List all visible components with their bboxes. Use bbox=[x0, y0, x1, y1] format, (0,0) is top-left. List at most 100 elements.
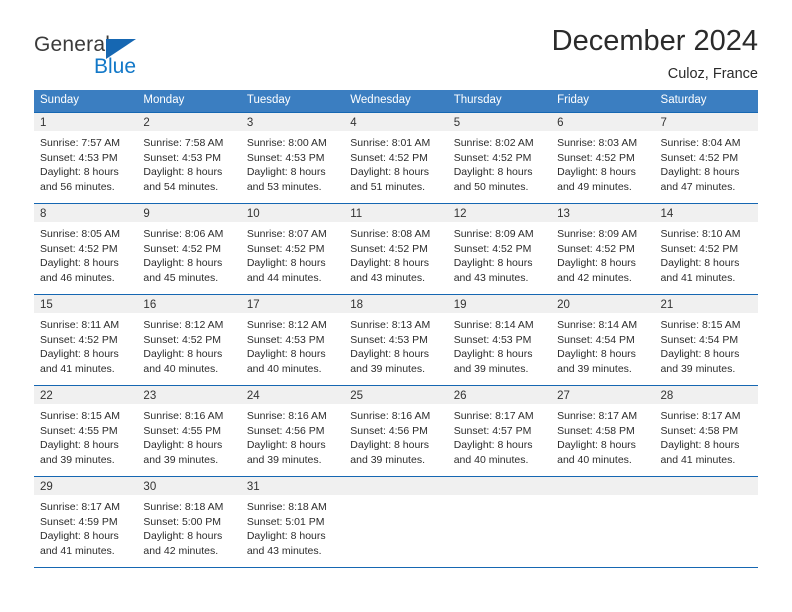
title-block: December 2024 Culoz, France bbox=[552, 26, 758, 83]
calendar-day-cell-8[interactable]: 8 Sunrise: 8:05 AM Sunset: 4:52 PM Dayli… bbox=[34, 203, 138, 294]
daylight-text-line2: and 45 minutes. bbox=[143, 272, 219, 285]
day-sun-info: Sunrise: 8:18 AM Sunset: 5:00 PM Dayligh… bbox=[137, 495, 240, 560]
day-sun-info: Sunrise: 8:06 AM Sunset: 4:52 PM Dayligh… bbox=[137, 222, 240, 287]
calendar-day-cell-14[interactable]: 14 Sunrise: 8:10 AM Sunset: 4:52 PM Dayl… bbox=[654, 203, 758, 294]
sunset-text: Sunset: 4:56 PM bbox=[350, 424, 428, 437]
sunset-text: Sunset: 4:53 PM bbox=[246, 333, 325, 346]
day-sun-info: Sunrise: 8:17 AM Sunset: 4:58 PM Dayligh… bbox=[655, 404, 758, 469]
sunset-text: Sunset: 4:54 PM bbox=[660, 333, 739, 346]
weekday-header-row: Sunday Monday Tuesday Wednesday Thursday… bbox=[34, 90, 758, 113]
calendar-day-cell-5[interactable]: 5 Sunrise: 8:02 AM Sunset: 4:52 PM Dayli… bbox=[447, 112, 552, 203]
day-sun-info: Sunrise: 8:17 AM Sunset: 4:58 PM Dayligh… bbox=[551, 404, 654, 469]
daylight-text-line1: Daylight: 8 hours bbox=[557, 166, 636, 179]
day-number: 15 bbox=[34, 294, 138, 313]
sunrise-text: Sunrise: 8:12 AM bbox=[143, 318, 224, 331]
sunrise-text: Sunrise: 8:11 AM bbox=[40, 318, 120, 331]
calendar-day-cell-30[interactable]: 30 Sunrise: 8:18 AM Sunset: 5:00 PM Dayl… bbox=[137, 476, 241, 567]
calendar-day-cell-7[interactable]: 7 Sunrise: 8:04 AM Sunset: 4:52 PM Dayli… bbox=[654, 112, 758, 203]
sunset-text: Sunset: 4:53 PM bbox=[246, 151, 325, 164]
day-sun-info: Sunrise: 8:17 AM Sunset: 4:59 PM Dayligh… bbox=[34, 495, 137, 560]
day-number: 1 bbox=[34, 112, 138, 131]
day-number: 9 bbox=[137, 203, 241, 222]
calendar-day-cell-28[interactable]: 28 Sunrise: 8:17 AM Sunset: 4:58 PM Dayl… bbox=[654, 385, 758, 476]
sunrise-text: Sunrise: 8:09 AM bbox=[557, 227, 638, 240]
daylight-text-line1: Daylight: 8 hours bbox=[246, 530, 326, 543]
calendar-day-cell-23[interactable]: 23 Sunrise: 8:16 AM Sunset: 4:55 PM Dayl… bbox=[137, 385, 241, 476]
calendar-day-cell-26[interactable]: 26 Sunrise: 8:17 AM Sunset: 4:57 PM Dayl… bbox=[447, 385, 552, 476]
calendar-day-cell-1[interactable]: 1 Sunrise: 7:57 AM Sunset: 4:53 PM Dayli… bbox=[34, 112, 138, 203]
calendar-day-cell-9[interactable]: 9 Sunrise: 8:06 AM Sunset: 4:52 PM Dayli… bbox=[137, 203, 241, 294]
sunset-text: Sunset: 4:52 PM bbox=[350, 151, 428, 164]
sunset-text: Sunset: 4:52 PM bbox=[143, 333, 222, 346]
daylight-text-line1: Daylight: 8 hours bbox=[246, 348, 326, 361]
day-number: 13 bbox=[551, 203, 655, 222]
sunrise-text: Sunrise: 8:14 AM bbox=[453, 318, 534, 331]
sunset-text: Sunset: 4:53 PM bbox=[143, 151, 222, 164]
calendar-day-cell-2[interactable]: 2 Sunrise: 7:58 AM Sunset: 4:53 PM Dayli… bbox=[137, 112, 241, 203]
sunrise-text: Sunrise: 8:03 AM bbox=[557, 136, 638, 149]
calendar-day-cell-22[interactable]: 22 Sunrise: 8:15 AM Sunset: 4:55 PM Dayl… bbox=[34, 385, 138, 476]
daylight-text-line2: and 41 minutes. bbox=[660, 454, 736, 467]
day-sun-info: Sunrise: 8:10 AM Sunset: 4:52 PM Dayligh… bbox=[655, 222, 758, 287]
day-number bbox=[447, 476, 552, 495]
weekday-header-saturday: Saturday bbox=[654, 90, 758, 113]
sunset-text: Sunset: 4:52 PM bbox=[143, 242, 222, 255]
day-sun-info: Sunrise: 8:12 AM Sunset: 4:52 PM Dayligh… bbox=[137, 313, 240, 378]
calendar-day-cell-17[interactable]: 17 Sunrise: 8:12 AM Sunset: 4:53 PM Dayl… bbox=[240, 294, 345, 385]
day-sun-info: Sunrise: 8:02 AM Sunset: 4:52 PM Dayligh… bbox=[448, 131, 551, 196]
calendar-day-cell-19[interactable]: 19 Sunrise: 8:14 AM Sunset: 4:53 PM Dayl… bbox=[447, 294, 552, 385]
general-blue-logo[interactable]: General Blue bbox=[34, 26, 174, 82]
sunrise-text: Sunrise: 7:57 AM bbox=[40, 136, 120, 149]
calendar-day-cell-18[interactable]: 18 Sunrise: 8:13 AM Sunset: 4:53 PM Dayl… bbox=[344, 294, 448, 385]
calendar-day-cell-4[interactable]: 4 Sunrise: 8:01 AM Sunset: 4:52 PM Dayli… bbox=[344, 112, 448, 203]
day-sun-info: Sunrise: 8:00 AM Sunset: 4:53 PM Dayligh… bbox=[241, 131, 344, 196]
daylight-text-line2: and 54 minutes. bbox=[143, 181, 219, 194]
day-sun-info bbox=[344, 495, 447, 500]
daylight-text-line1: Daylight: 8 hours bbox=[40, 439, 119, 452]
weekday-header-thursday: Thursday bbox=[447, 90, 552, 113]
day-number: 6 bbox=[551, 112, 655, 131]
daylight-text-line1: Daylight: 8 hours bbox=[40, 257, 119, 270]
calendar-day-cell-empty bbox=[447, 476, 552, 567]
sunset-text: Sunset: 4:58 PM bbox=[660, 424, 739, 437]
daylight-text-line1: Daylight: 8 hours bbox=[143, 348, 223, 361]
sunrise-text: Sunrise: 8:16 AM bbox=[350, 409, 431, 422]
sunset-text: Sunset: 4:59 PM bbox=[40, 515, 118, 528]
calendar-day-cell-21[interactable]: 21 Sunrise: 8:15 AM Sunset: 4:54 PM Dayl… bbox=[654, 294, 758, 385]
day-sun-info: Sunrise: 8:16 AM Sunset: 4:56 PM Dayligh… bbox=[241, 404, 344, 469]
sunset-text: Sunset: 4:55 PM bbox=[40, 424, 118, 437]
day-sun-info: Sunrise: 8:03 AM Sunset: 4:52 PM Dayligh… bbox=[551, 131, 654, 196]
weekday-header-tuesday: Tuesday bbox=[240, 90, 345, 113]
calendar-day-cell-13[interactable]: 13 Sunrise: 8:09 AM Sunset: 4:52 PM Dayl… bbox=[551, 203, 655, 294]
calendar-day-cell-6[interactable]: 6 Sunrise: 8:03 AM Sunset: 4:52 PM Dayli… bbox=[551, 112, 655, 203]
day-sun-info: Sunrise: 8:01 AM Sunset: 4:52 PM Dayligh… bbox=[344, 131, 447, 196]
calendar-day-cell-27[interactable]: 27 Sunrise: 8:17 AM Sunset: 4:58 PM Dayl… bbox=[551, 385, 655, 476]
day-number: 31 bbox=[240, 476, 345, 495]
daylight-text-line2: and 42 minutes. bbox=[143, 545, 219, 558]
sunrise-text: Sunrise: 8:15 AM bbox=[40, 409, 120, 422]
calendar-day-cell-12[interactable]: 12 Sunrise: 8:09 AM Sunset: 4:52 PM Dayl… bbox=[447, 203, 552, 294]
calendar-day-cell-24[interactable]: 24 Sunrise: 8:16 AM Sunset: 4:56 PM Dayl… bbox=[240, 385, 345, 476]
calendar-day-cell-3[interactable]: 3 Sunrise: 8:00 AM Sunset: 4:53 PM Dayli… bbox=[240, 112, 345, 203]
day-sun-info bbox=[655, 495, 758, 500]
calendar-day-cell-31[interactable]: 31 Sunrise: 8:18 AM Sunset: 5:01 PM Dayl… bbox=[240, 476, 345, 567]
calendar-day-cell-29[interactable]: 29 Sunrise: 8:17 AM Sunset: 4:59 PM Dayl… bbox=[34, 476, 138, 567]
calendar-day-cell-16[interactable]: 16 Sunrise: 8:12 AM Sunset: 4:52 PM Dayl… bbox=[137, 294, 241, 385]
daylight-text-line2: and 39 minutes. bbox=[350, 363, 425, 376]
calendar-day-cell-15[interactable]: 15 Sunrise: 8:11 AM Sunset: 4:52 PM Dayl… bbox=[34, 294, 138, 385]
weekday-header-friday: Friday bbox=[551, 90, 655, 113]
weekday-header-wednesday: Wednesday bbox=[344, 90, 448, 113]
logo-text-blue: Blue bbox=[94, 55, 137, 78]
logo-text-general: General bbox=[34, 33, 111, 56]
day-number: 21 bbox=[654, 294, 758, 313]
daylight-text-line2: and 39 minutes. bbox=[40, 454, 115, 467]
calendar-day-cell-11[interactable]: 11 Sunrise: 8:08 AM Sunset: 4:52 PM Dayl… bbox=[344, 203, 448, 294]
sunrise-text: Sunrise: 8:15 AM bbox=[660, 318, 741, 331]
daylight-text-line1: Daylight: 8 hours bbox=[453, 166, 533, 179]
sunrise-text: Sunrise: 7:58 AM bbox=[143, 136, 224, 149]
day-sun-info: Sunrise: 8:14 AM Sunset: 4:53 PM Dayligh… bbox=[448, 313, 551, 378]
calendar-day-cell-10[interactable]: 10 Sunrise: 8:07 AM Sunset: 4:52 PM Dayl… bbox=[240, 203, 345, 294]
day-number: 16 bbox=[137, 294, 241, 313]
calendar-day-cell-25[interactable]: 25 Sunrise: 8:16 AM Sunset: 4:56 PM Dayl… bbox=[344, 385, 448, 476]
calendar-day-cell-20[interactable]: 20 Sunrise: 8:14 AM Sunset: 4:54 PM Dayl… bbox=[551, 294, 655, 385]
